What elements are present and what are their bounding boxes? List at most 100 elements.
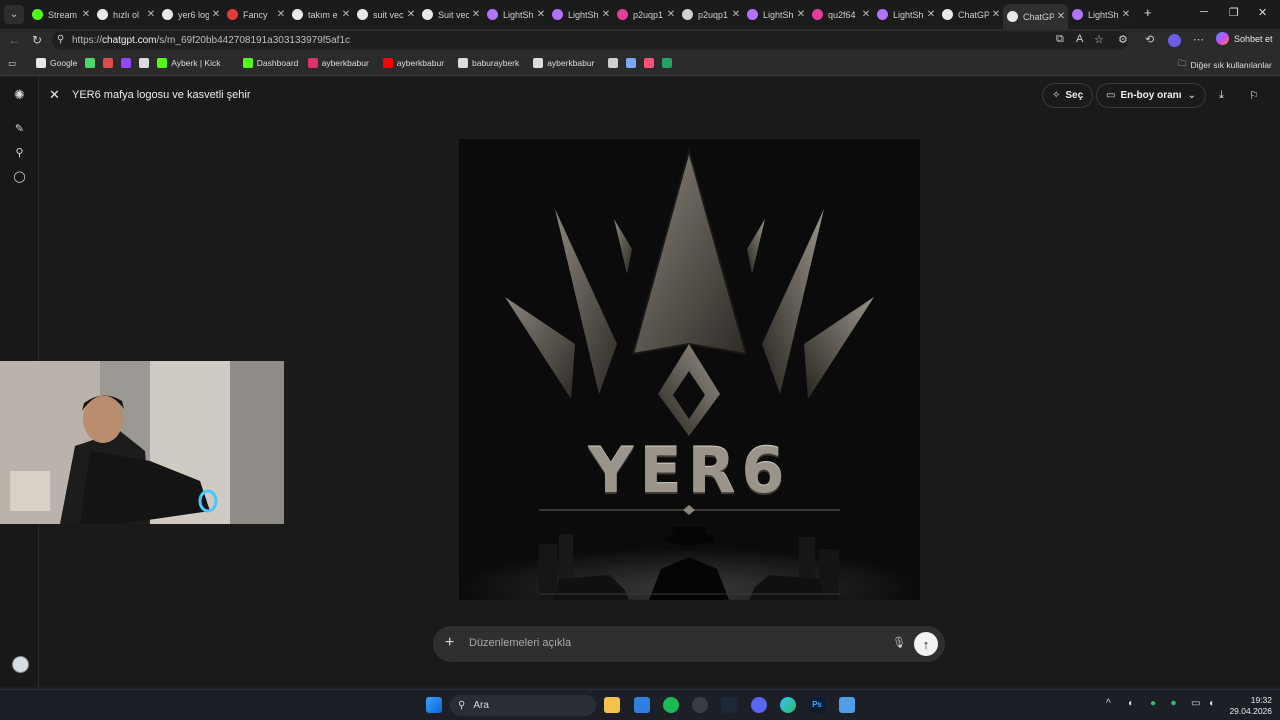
send-button[interactable]: ↑ (914, 632, 938, 656)
refresh-icon[interactable]: ↻ (32, 33, 42, 47)
report-flag-icon[interactable]: ⚐ (1249, 89, 1259, 102)
browser-tab[interactable]: LightSh ✕ (548, 4, 613, 25)
copilot-chat-button[interactable]: Sohbet et (1216, 32, 1273, 45)
bookmark-item[interactable] (662, 58, 676, 68)
aspect-ratio-dropdown[interactable]: ▭ En-boy oranı ⌄ (1096, 83, 1206, 108)
browser-tab[interactable]: yer6 log ✕ (158, 4, 223, 25)
close-tab-icon[interactable]: ✕ (794, 9, 808, 20)
extensions-icon[interactable]: ⚙ (1118, 33, 1128, 46)
browser-tab[interactable]: LightSh ✕ (483, 4, 548, 25)
network-icon[interactable]: ▭ (1191, 698, 1200, 709)
user-avatar[interactable] (12, 656, 29, 673)
taskbar-search[interactable]: ⚲ Ara (450, 695, 596, 716)
favorite-star-icon[interactable]: ☆ (1094, 33, 1104, 46)
volume-icon[interactable]: ◖ (1208, 698, 1214, 709)
select-button[interactable]: ✧ Seç (1042, 83, 1094, 108)
bookmark-item[interactable] (608, 58, 622, 68)
tray-overflow-icon[interactable]: ^ (1106, 698, 1111, 709)
back-arrow-icon[interactable]: ← (8, 33, 20, 47)
close-tab-icon[interactable]: ✕ (599, 9, 613, 20)
tab-actions-menu[interactable]: ⌄ (4, 5, 24, 24)
close-tab-icon[interactable]: ✕ (664, 9, 678, 20)
bookmark-item[interactable] (121, 58, 135, 68)
add-attachment-icon[interactable]: + (445, 634, 454, 652)
site-info-icon[interactable]: ⚲ (57, 34, 64, 45)
close-tab-icon[interactable]: ✕ (729, 9, 743, 20)
search-icon[interactable]: ⚲ (12, 145, 27, 160)
bookmark-item[interactable]: ayberkbabur (307, 58, 369, 68)
browser-tab[interactable]: LightSh ✕ (1068, 4, 1133, 25)
edge-browser-icon[interactable] (780, 697, 796, 713)
mic-tray-icon[interactable]: ⏺ (1171, 698, 1176, 709)
snipping-tool-icon[interactable] (839, 697, 855, 713)
file-explorer-icon[interactable] (604, 697, 620, 713)
bookmark-item[interactable]: ayberkbabur (533, 58, 594, 68)
bookmark-item[interactable]: Google (36, 58, 77, 68)
close-tab-icon[interactable]: ✕ (404, 9, 418, 20)
address-input[interactable]: ⚲ https://chatgpt.com/s/m_69f20bb4427081… (52, 31, 1128, 50)
browser-tab[interactable]: p2uqp1 ✕ (613, 4, 678, 25)
read-aloud-icon[interactable]: A (1076, 33, 1083, 45)
close-icon[interactable]: ✕ (49, 87, 60, 103)
close-tab-icon[interactable]: ✕ (469, 9, 483, 20)
bookmark-item[interactable]: Ayberk | Kick (157, 58, 220, 68)
bookmark-item[interactable]: Dashboard (242, 58, 298, 68)
minimize-button[interactable]: ─ (1200, 6, 1208, 18)
bookmark-item[interactable] (103, 58, 117, 68)
bookmark-item[interactable] (626, 58, 640, 68)
chat-bubble-icon[interactable]: ◯ (12, 169, 27, 184)
steam-icon[interactable] (721, 697, 737, 713)
edit-composer[interactable]: + Düzenlemeleri açıkla 🎙 ↑ (433, 626, 945, 662)
browser-tab[interactable]: LightSh ✕ (873, 4, 938, 25)
photoshop-icon[interactable]: Ps (809, 697, 825, 713)
profile-avatar[interactable] (1168, 34, 1181, 47)
generated-image[interactable]: YER6 (459, 139, 920, 600)
sidebar-toggle-icon[interactable]: ▭ (8, 58, 16, 69)
bookmark-item[interactable]: baburayberk (458, 58, 519, 68)
microphone-icon[interactable]: 🎙 (892, 636, 906, 649)
security-icon[interactable]: ● (1150, 698, 1156, 709)
browser-tab[interactable]: Fancy ✕ (223, 4, 288, 25)
chatgpt-logo-icon[interactable]: ✺ (12, 87, 27, 102)
app-icon[interactable] (692, 697, 708, 713)
browser-tab[interactable]: qu2f64 ✕ (808, 4, 873, 25)
close-tab-icon[interactable]: ✕ (79, 9, 93, 20)
browser-tab[interactable]: ChatGP ✕ (1003, 4, 1068, 29)
system-clock[interactable]: 19:32 29.04.2026 (1228, 695, 1272, 717)
browser-tab[interactable]: ChatGP ✕ (938, 4, 1003, 25)
close-tab-icon[interactable]: ✕ (1119, 9, 1133, 20)
start-windows-icon[interactable] (426, 697, 442, 713)
speaker-icon[interactable]: ◖ (1127, 698, 1133, 709)
browser-tab[interactable]: LightSh ✕ (743, 4, 808, 25)
close-tab-icon[interactable]: ✕ (859, 9, 873, 20)
close-tab-icon[interactable]: ✕ (209, 9, 223, 20)
new-chat-icon[interactable]: ✎ (12, 121, 27, 136)
close-tab-icon[interactable]: ✕ (1054, 11, 1068, 22)
download-icon[interactable]: ⤓ (1219, 89, 1224, 102)
translate-icon[interactable]: ⧉ (1056, 33, 1064, 46)
history-icon[interactable]: ⟲ (1145, 33, 1154, 46)
bookmark-item[interactable]: ayberkbabur (382, 58, 444, 68)
close-tab-icon[interactable]: ✕ (274, 9, 288, 20)
browser-tab[interactable]: p2uqp1 ✕ (678, 4, 743, 25)
other-favorites-folder[interactable]: 🗀 Diğer sık kullanılanlar (1178, 58, 1272, 72)
browser-tab[interactable]: suit vec ✕ (353, 4, 418, 25)
browser-tab[interactable]: takım e ✕ (288, 4, 353, 25)
close-tab-icon[interactable]: ✕ (144, 9, 158, 20)
close-tab-icon[interactable]: ✕ (924, 9, 938, 20)
bookmark-item[interactable] (644, 58, 658, 68)
close-tab-icon[interactable]: ✕ (534, 9, 548, 20)
new-tab-button[interactable]: + (1144, 5, 1152, 20)
close-tab-icon[interactable]: ✕ (339, 9, 353, 20)
browser-tab[interactable]: hızlı ol ✕ (93, 4, 158, 25)
close-tab-icon[interactable]: ✕ (989, 9, 1003, 20)
maximize-button[interactable]: ❐ (1229, 6, 1239, 19)
bookmark-item[interactable] (85, 58, 99, 68)
window-close-button[interactable]: ✕ (1258, 6, 1267, 19)
bookmark-item[interactable] (139, 58, 153, 68)
spotify-icon[interactable] (663, 697, 679, 713)
more-menu-icon[interactable]: ⋯ (1193, 33, 1204, 46)
store-icon[interactable] (634, 697, 650, 713)
discord-icon[interactable] (751, 697, 767, 713)
composer-input[interactable]: Düzenlemeleri açıkla (469, 637, 571, 649)
